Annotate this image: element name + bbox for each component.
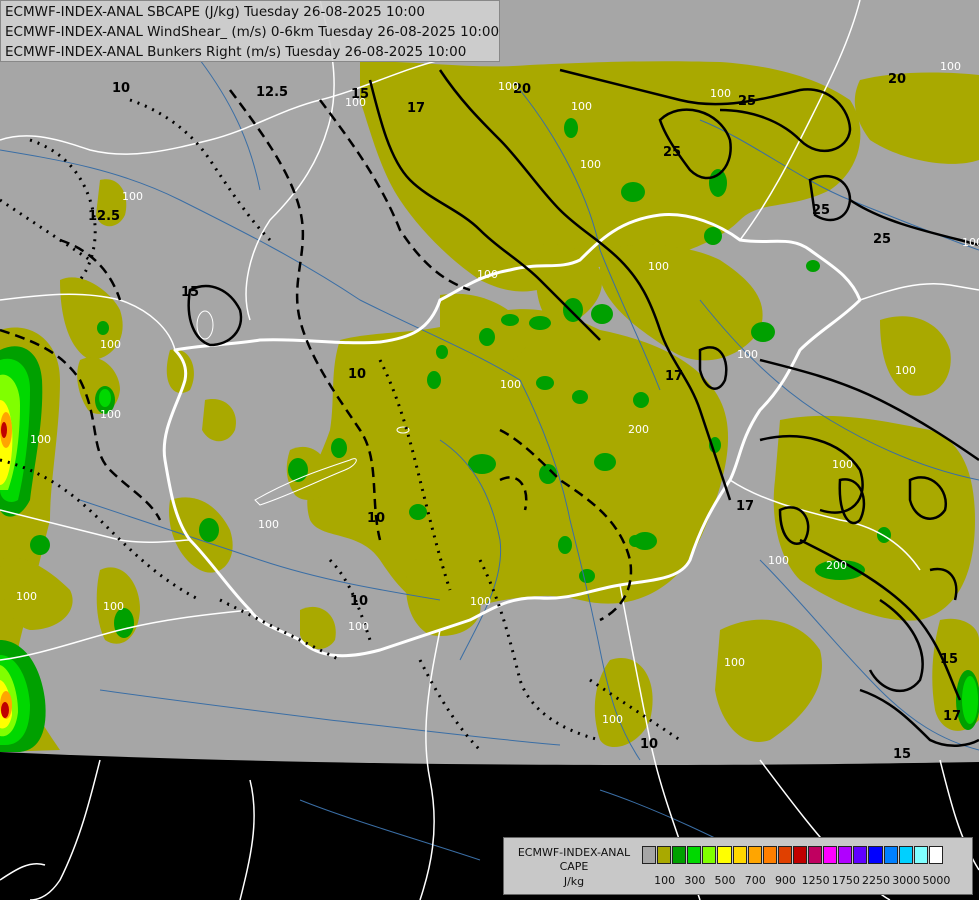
svg-text:15: 15 <box>940 652 958 667</box>
title-cape: ECMWF-INDEX-ANAL SBCAPE (J/kg) Tuesday 2… <box>5 4 425 20</box>
legend-swatch <box>792 846 808 864</box>
legend-swatch <box>657 846 672 864</box>
legend-swatch <box>823 846 838 864</box>
legend-swatch <box>672 846 687 864</box>
legend-tick-label: 700 <box>744 874 766 887</box>
svg-text:100: 100 <box>737 348 758 361</box>
legend-variable: CAPE <box>559 860 589 873</box>
svg-text:17: 17 <box>407 101 425 116</box>
svg-text:17: 17 <box>665 369 683 384</box>
legend-tick-label: 100 <box>654 874 676 887</box>
legend-tick-label: 500 <box>714 874 736 887</box>
svg-text:100: 100 <box>258 518 279 531</box>
svg-text:17: 17 <box>736 499 754 514</box>
svg-text:10: 10 <box>348 367 366 382</box>
legend-tick-label: 2250 <box>862 874 891 887</box>
svg-text:25: 25 <box>738 94 756 109</box>
legend-model: ECMWF-INDEX-ANAL <box>517 846 631 859</box>
svg-text:100: 100 <box>571 100 592 113</box>
svg-text:100: 100 <box>602 713 623 726</box>
svg-text:15: 15 <box>893 747 911 762</box>
title-windshear: ECMWF-INDEX-ANAL WindShear_ (m/s) 0-6km … <box>5 24 500 40</box>
svg-text:200: 200 <box>628 423 649 436</box>
cape-legend: ECMWF-INDEX-ANAL CAPE J/kg 100 300 500 700 9… <box>503 837 973 895</box>
svg-text:100: 100 <box>710 87 731 100</box>
svg-text:25: 25 <box>812 203 830 218</box>
svg-text:100: 100 <box>768 554 789 567</box>
legend-swatch <box>883 846 898 864</box>
svg-text:25: 25 <box>873 232 891 247</box>
legend-swatch <box>898 846 913 864</box>
title-bunkers: ECMWF-INDEX-ANAL Bunkers Right (m/s) Tue… <box>5 44 467 60</box>
legend-swatch <box>868 846 883 864</box>
legend-swatch <box>717 846 732 864</box>
svg-text:20: 20 <box>888 72 906 87</box>
svg-text:100: 100 <box>122 190 143 203</box>
svg-text:100: 100 <box>832 458 853 471</box>
svg-text:12.5: 12.5 <box>256 85 288 100</box>
legend-swatch <box>732 846 747 864</box>
legend-swatch <box>913 846 928 864</box>
svg-text:100: 100 <box>500 378 521 391</box>
svg-text:10: 10 <box>112 81 130 96</box>
legend-swatch <box>928 846 943 864</box>
svg-text:10: 10 <box>640 737 658 752</box>
svg-text:100: 100 <box>498 80 519 93</box>
legend-color-bar <box>642 846 944 864</box>
legend-tick-label: 900 <box>774 874 796 887</box>
map-title-box: ECMWF-INDEX-ANAL SBCAPE (J/kg) Tuesday 2… <box>0 0 500 62</box>
svg-text:100: 100 <box>580 158 601 171</box>
legend-tick-label: 1250 <box>801 874 830 887</box>
svg-text:100: 100 <box>470 595 491 608</box>
legend-swatch <box>838 846 853 864</box>
svg-text:100: 100 <box>100 408 121 421</box>
legend-unit: J/kg <box>563 875 585 888</box>
svg-text:100: 100 <box>30 433 51 446</box>
svg-text:10: 10 <box>367 511 385 526</box>
svg-text:25: 25 <box>663 145 681 160</box>
svg-text:100: 100 <box>100 338 121 351</box>
weather-map: 12.5 10 12.5 10 10 10 10 15 15 25 25 25 … <box>0 0 979 900</box>
svg-text:100: 100 <box>345 96 366 109</box>
legend-swatch <box>777 846 792 864</box>
legend-tick-label: 300 <box>684 874 706 887</box>
svg-text:100: 100 <box>103 600 124 613</box>
svg-text:100: 100 <box>962 236 979 249</box>
svg-text:100: 100 <box>895 364 916 377</box>
svg-text:200: 200 <box>826 559 847 572</box>
svg-text:100: 100 <box>724 656 745 669</box>
legend-tick-label: 5000 <box>922 874 951 887</box>
legend-tick-label: 1750 <box>831 874 860 887</box>
svg-text:100: 100 <box>348 620 369 633</box>
svg-text:100: 100 <box>648 260 669 273</box>
svg-text:100: 100 <box>940 60 961 73</box>
legend-swatch <box>808 846 823 864</box>
svg-text:15: 15 <box>181 285 199 300</box>
legend-swatch <box>762 846 777 864</box>
svg-text:17: 17 <box>943 709 961 724</box>
legend-swatch <box>747 846 762 864</box>
legend-tick-label: 3000 <box>892 874 921 887</box>
svg-text:100: 100 <box>16 590 37 603</box>
svg-text:100: 100 <box>477 268 498 281</box>
legend-swatch <box>702 846 717 864</box>
legend-swatch <box>687 846 702 864</box>
legend-swatch <box>642 846 657 864</box>
svg-text:12.5: 12.5 <box>88 209 120 224</box>
svg-text:10: 10 <box>350 594 368 609</box>
legend-swatch <box>853 846 868 864</box>
